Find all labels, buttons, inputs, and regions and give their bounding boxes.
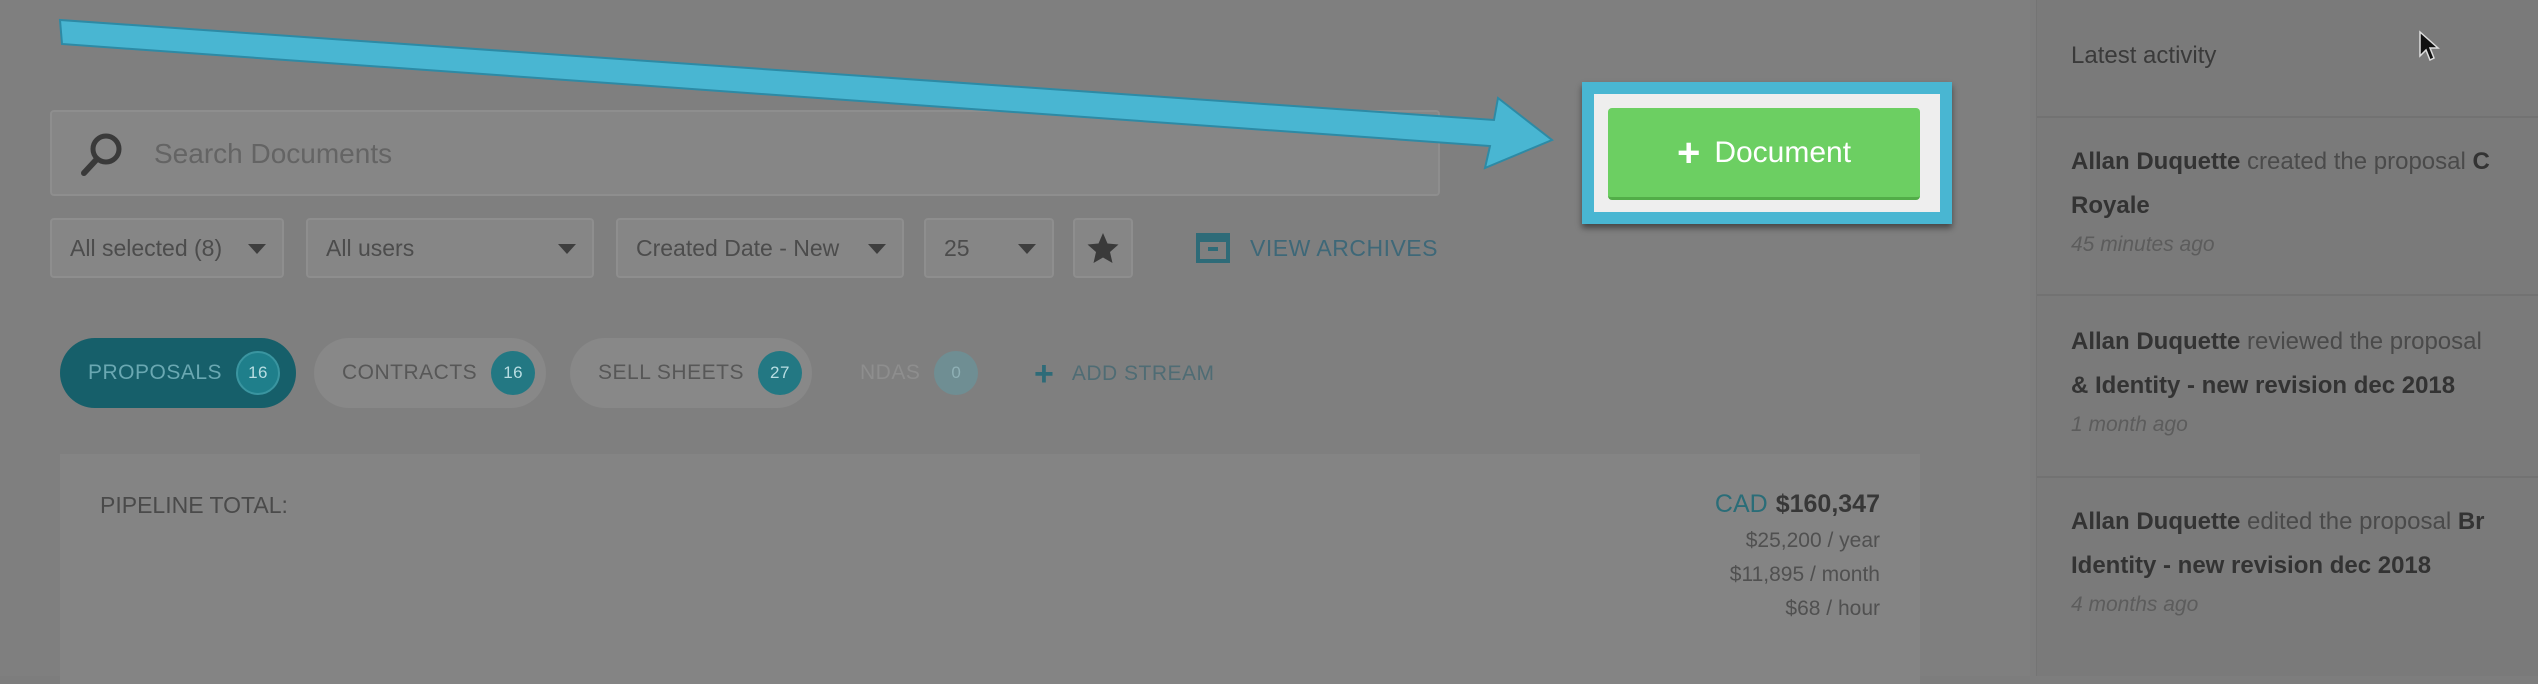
pipeline-total: CAD $160,347	[1715, 490, 1880, 519]
stream-tab-proposals[interactable]: PROPOSALS 16	[60, 338, 296, 408]
per-page-value: 25	[944, 235, 970, 261]
activity-action: created the proposal	[2240, 148, 2473, 175]
chevron-down-icon	[1018, 244, 1036, 254]
activity-object: C	[2472, 148, 2490, 175]
activity-sidebar: Latest activity Allan Duquette created t…	[2036, 0, 2538, 676]
activity-item[interactable]: Allan Duquette reviewed the proposal & I…	[2071, 320, 2538, 442]
status-filter-dropdown[interactable]: All selected (8)	[50, 218, 284, 278]
activity-title: Latest activity	[2071, 42, 2217, 69]
activity-item[interactable]: Allan Duquette created the proposal C Ro…	[2071, 140, 2538, 262]
activity-user: Allan Duquette	[2071, 328, 2241, 355]
add-stream-button[interactable]: + ADD STREAM	[1034, 354, 1215, 394]
pipeline-panel: PIPELINE TOTAL: CAD $160,347 $25,200 / ye…	[60, 454, 1920, 684]
add-document-label: Document	[1714, 135, 1852, 169]
per-hour-amount: $68 / hour	[1785, 597, 1880, 620]
activity-action: reviewed the proposal	[2240, 328, 2482, 355]
stream-label: PROPOSALS	[88, 361, 223, 384]
count-badge: 16	[236, 351, 281, 395]
add-document-button[interactable]: + Document	[1608, 108, 1920, 200]
total-amount: $160,347	[1775, 490, 1880, 518]
activity-user: Allan Duquette	[2071, 508, 2241, 535]
users-filter-value: All users	[326, 235, 415, 261]
sort-value: Created Date - New	[636, 235, 840, 261]
chevron-down-icon	[868, 244, 886, 254]
count-badge: 16	[491, 351, 536, 395]
per-page-dropdown[interactable]: 25	[924, 218, 1054, 278]
pipeline-label: PIPELINE TOTAL:	[100, 492, 288, 518]
activity-object: Br	[2457, 508, 2485, 535]
plus-icon: +	[1676, 130, 1701, 175]
pipeline-totals: CAD $160,347 $25,200 / year $11,895 / mon…	[1715, 490, 1880, 621]
plus-icon: +	[1034, 354, 1054, 393]
divider	[2037, 476, 2538, 478]
archive-icon	[1196, 233, 1230, 263]
currency-code: CAD	[1714, 490, 1768, 518]
star-icon	[1087, 233, 1119, 263]
activity-time: 1 month ago	[2071, 413, 2188, 436]
count-badge: 0	[934, 351, 979, 395]
activity-action: edited the proposal	[2240, 508, 2458, 535]
stream-tab-contracts[interactable]: CONTRACTS 16	[314, 338, 546, 408]
activity-time: 45 minutes ago	[2071, 233, 2215, 256]
stream-label: SELL SHEETS	[598, 361, 744, 384]
favorites-button[interactable]	[1073, 218, 1133, 278]
mouse-pointer-icon	[2419, 30, 2440, 62]
stream-tab-ndas[interactable]: NDAS 0	[832, 338, 992, 408]
stream-label: NDAS	[860, 361, 921, 384]
stream-label: CONTRACTS	[342, 361, 478, 384]
activity-object-continued: & Identity - new revision dec 2018	[2071, 372, 2456, 399]
stream-tab-sell-sheets[interactable]: SELL SHEETS 27	[570, 338, 812, 408]
view-archives-link[interactable]: VIEW ARCHIVES	[1196, 228, 1438, 268]
count-badge: 27	[757, 351, 802, 395]
per-year-amount: $25,200 / year	[1745, 529, 1880, 552]
activity-object-continued: Royale	[2071, 192, 2150, 219]
chevron-down-icon	[248, 244, 266, 254]
per-month-amount: $11,895 / month	[1729, 563, 1880, 586]
view-archives-label: VIEW ARCHIVES	[1250, 234, 1438, 261]
activity-object-continued: Identity - new revision dec 2018	[2071, 552, 2432, 579]
annotation-arrow-icon	[58, 18, 1554, 170]
divider	[2037, 294, 2538, 296]
status-filter-value: All selected (8)	[70, 235, 223, 261]
sort-dropdown[interactable]: Created Date - New	[616, 218, 904, 278]
activity-time: 4 months ago	[2071, 593, 2199, 616]
activity-user: Allan Duquette	[2071, 148, 2241, 175]
divider	[2037, 116, 2538, 118]
activity-item[interactable]: Allan Duquette edited the proposal Br Id…	[2071, 500, 2538, 622]
chevron-down-icon	[558, 244, 576, 254]
users-filter-dropdown[interactable]: All users	[306, 218, 594, 278]
add-stream-label: ADD STREAM	[1071, 362, 1215, 385]
